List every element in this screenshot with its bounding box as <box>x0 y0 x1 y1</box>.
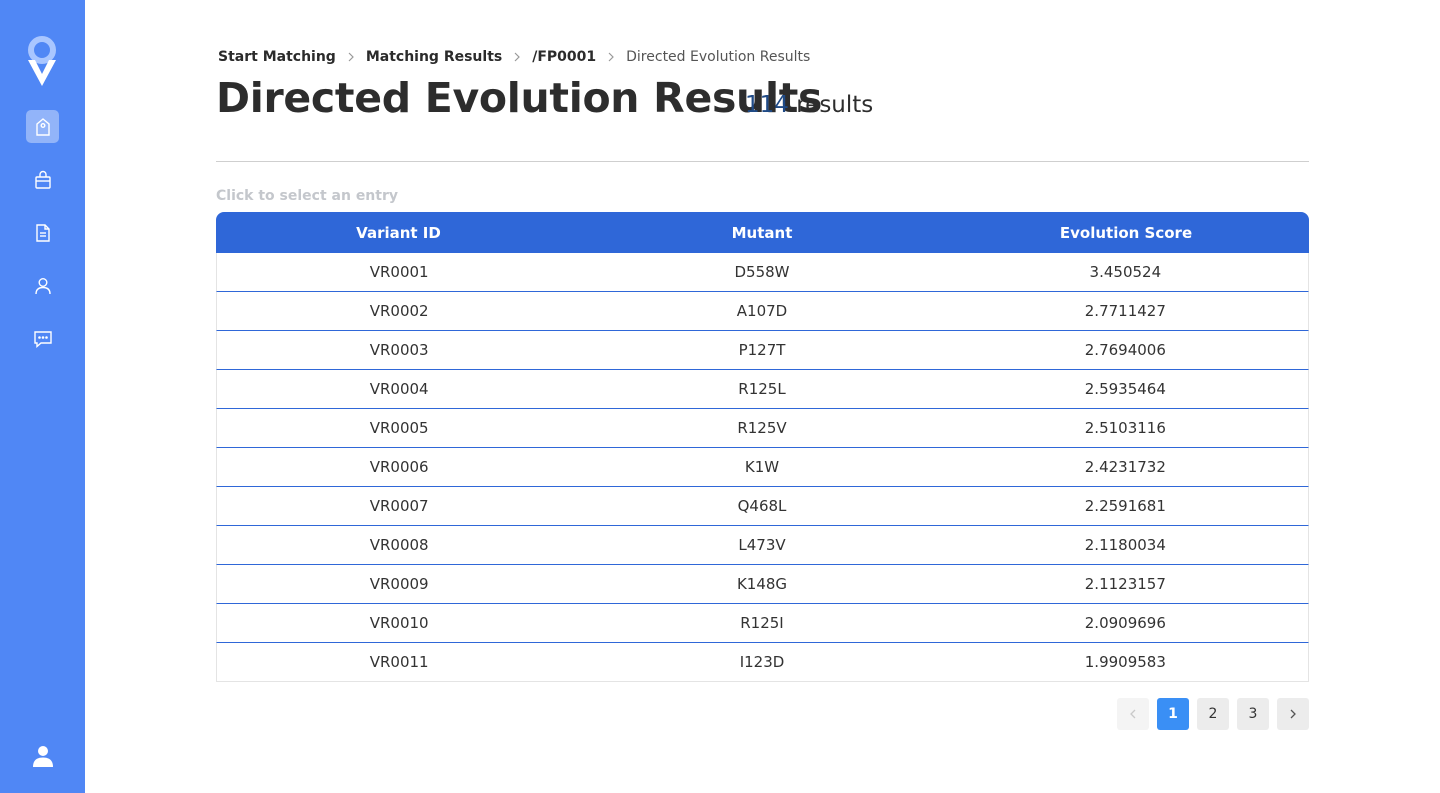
chevron-right-icon <box>1290 709 1296 719</box>
cell-evolution-score: 2.5103116 <box>1084 419 1166 437</box>
cell-mutant: D558W <box>734 263 790 281</box>
next-page-button[interactable] <box>1277 698 1309 730</box>
table-row[interactable]: VR0010 R125I 2.0909696 <box>216 604 1309 643</box>
results-table: Variant ID Mutant Evolution Score VR0001… <box>216 212 1309 682</box>
cell-evolution-score: 2.2591681 <box>1084 497 1166 515</box>
breadcrumb-start-matching[interactable]: Start Matching <box>218 49 336 65</box>
user-icon <box>34 277 51 294</box>
cell-evolution-score: 2.7694006 <box>1084 341 1166 359</box>
cell-variant-id: VR0004 <box>369 380 429 398</box>
document-icon <box>35 223 50 242</box>
column-header-variant-id[interactable]: Variant ID <box>216 224 581 242</box>
profile-icon[interactable] <box>31 744 55 768</box>
page-title: Directed Evolution Results <box>216 74 823 122</box>
cell-mutant: A107D <box>736 302 788 320</box>
chevron-left-icon <box>1130 709 1136 719</box>
logo-icon <box>28 36 56 86</box>
table-row[interactable]: VR0011 I123D 1.9909583 <box>216 643 1309 682</box>
nav-item-messages[interactable] <box>26 322 59 355</box>
cell-variant-id: VR0011 <box>369 653 429 671</box>
cell-mutant: I123D <box>739 653 785 671</box>
column-header-mutant[interactable]: Mutant <box>581 224 943 242</box>
result-count-label: results <box>796 92 874 118</box>
result-count-number: 114 <box>745 92 789 118</box>
cell-evolution-score: 2.1180034 <box>1084 536 1166 554</box>
cell-evolution-score: 2.1123157 <box>1084 575 1166 593</box>
divider <box>216 161 1309 162</box>
cell-mutant: L473V <box>738 536 786 554</box>
cell-variant-id: VR0010 <box>369 614 429 632</box>
cell-variant-id: VR0005 <box>369 419 429 437</box>
nav-item-documents[interactable] <box>26 216 59 249</box>
cell-variant-id: VR0006 <box>369 458 429 476</box>
result-count: 114 results <box>745 92 873 118</box>
cell-mutant: R125I <box>740 614 784 632</box>
table-row[interactable]: VR0005 R125V 2.5103116 <box>216 409 1309 448</box>
page-button-1[interactable]: 1 <box>1157 698 1189 730</box>
prev-page-button[interactable] <box>1117 698 1149 730</box>
table-row[interactable]: VR0002 A107D 2.7711427 <box>216 292 1309 331</box>
chevron-right-icon <box>348 52 354 62</box>
table-row[interactable]: VR0008 L473V 2.1180034 <box>216 526 1309 565</box>
sidebar <box>0 0 85 793</box>
cell-mutant: Q468L <box>737 497 787 515</box>
select-hint: Click to select an entry <box>216 188 398 204</box>
table-row[interactable]: VR0004 R125L 2.5935464 <box>216 370 1309 409</box>
breadcrumb-matching-results[interactable]: Matching Results <box>366 49 502 65</box>
nav-item-users[interactable] <box>26 269 59 302</box>
cell-evolution-score: 2.0909696 <box>1084 614 1166 632</box>
cell-evolution-score: 2.7711427 <box>1084 302 1166 320</box>
cell-variant-id: VR0008 <box>369 536 429 554</box>
table-row[interactable]: VR0007 Q468L 2.2591681 <box>216 487 1309 526</box>
nav-item-shop[interactable] <box>26 163 59 196</box>
table-row[interactable]: VR0006 K1W 2.4231732 <box>216 448 1309 487</box>
cell-mutant: P127T <box>738 341 786 359</box>
page-button-3[interactable]: 3 <box>1237 698 1269 730</box>
shopping-bag-icon <box>34 170 51 189</box>
cell-mutant: R125V <box>737 419 787 437</box>
column-header-evolution-score[interactable]: Evolution Score <box>943 224 1309 242</box>
table-row[interactable]: VR0009 K148G 2.1123157 <box>216 565 1309 604</box>
cell-evolution-score: 2.5935464 <box>1084 380 1166 398</box>
cell-evolution-score: 1.9909583 <box>1084 653 1166 671</box>
cell-variant-id: VR0009 <box>369 575 429 593</box>
chevron-right-icon <box>514 52 521 62</box>
chevron-right-icon <box>608 52 614 62</box>
cell-variant-id: VR0003 <box>369 341 429 359</box>
cell-evolution-score: 2.4231732 <box>1084 458 1166 476</box>
table-row[interactable]: VR0001 D558W 3.450524 <box>216 253 1309 292</box>
cell-mutant: R125L <box>738 380 786 398</box>
tag-icon <box>35 117 50 136</box>
cell-mutant: K148G <box>736 575 788 593</box>
table-header: Variant ID Mutant Evolution Score <box>216 212 1309 253</box>
cell-variant-id: VR0001 <box>369 263 429 281</box>
chat-icon <box>33 330 52 348</box>
breadcrumb-current: Directed Evolution Results <box>626 49 811 65</box>
breadcrumb: Start Matching Matching Results /FP0001 … <box>218 47 810 67</box>
cell-variant-id: VR0002 <box>369 302 429 320</box>
cell-mutant: K1W <box>744 458 780 476</box>
cell-evolution-score: 3.450524 <box>1089 263 1162 281</box>
nav-item-tag[interactable] <box>26 110 59 143</box>
table-row[interactable]: VR0003 P127T 2.7694006 <box>216 331 1309 370</box>
page-button-2[interactable]: 2 <box>1197 698 1229 730</box>
cell-variant-id: VR0007 <box>369 497 429 515</box>
breadcrumb-fp0001[interactable]: /FP0001 <box>532 49 596 65</box>
